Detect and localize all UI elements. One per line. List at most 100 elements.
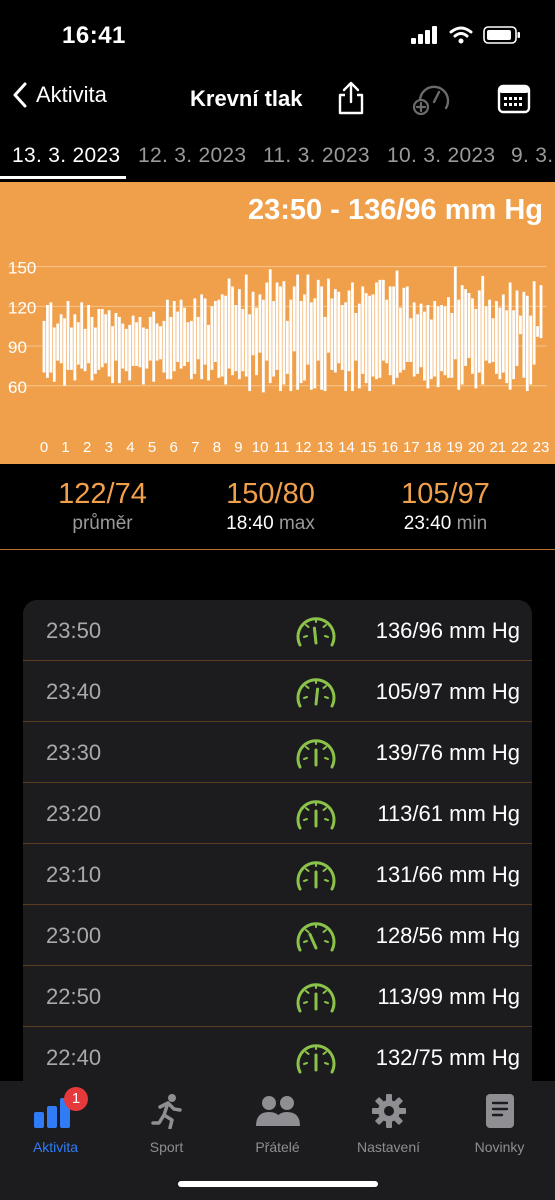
reading-value: 131/66 mm Hg (375, 862, 520, 887)
tab-sport[interactable]: Sport (111, 1091, 222, 1155)
gauge-icon (296, 983, 336, 1013)
reading-row[interactable]: 23:40 105/97 mm Hg (23, 661, 532, 722)
bp-range-bar (272, 301, 276, 377)
summary-stats: 122/74 průměr 150/80 18:40 max 105/97 23… (0, 464, 555, 550)
tab-aktivita[interactable]: 1 Aktivita (0, 1087, 111, 1155)
bp-range-bar (179, 299, 183, 369)
bp-range-bar (268, 269, 272, 384)
x-tick-label: 8 (213, 439, 221, 456)
gear-icon (371, 1094, 406, 1128)
date-tab[interactable]: 12. 3. 2023 (138, 144, 246, 168)
bp-range-bar (464, 289, 467, 366)
bp-range-bar (395, 270, 399, 378)
home-indicator (178, 1181, 378, 1187)
reading-time: 23:40 (46, 679, 102, 704)
bp-range-bar (477, 290, 481, 373)
calendar-icon[interactable] (496, 80, 532, 116)
add-measurement-gauge-icon[interactable] (412, 80, 452, 116)
reading-row[interactable]: 22:40 132/75 mm Hg (23, 1027, 532, 1088)
bp-range-bar (447, 297, 450, 378)
reading-row[interactable]: 23:30 139/76 mm Hg (23, 722, 532, 783)
bp-range-bar (316, 279, 320, 361)
bp-range-bar (172, 301, 176, 372)
bp-range-bar (501, 294, 505, 373)
bp-range-bar (265, 282, 269, 361)
x-tick-label: 22 (511, 439, 528, 456)
bp-range-bar (100, 308, 104, 368)
bp-range-bar (200, 294, 204, 380)
bp-range-bar (416, 314, 420, 374)
bp-range-bar (248, 314, 252, 392)
bp-range-bar (371, 294, 375, 377)
max-stat: 150/80 18:40 max (178, 478, 363, 535)
runner-icon (150, 1094, 182, 1129)
bp-range-bar (217, 299, 221, 378)
bp-range-bar (433, 301, 437, 377)
bp-range-bar (313, 298, 317, 389)
bp-range-bar (340, 305, 344, 370)
share-icon[interactable] (333, 80, 369, 116)
bp-range-bar (296, 274, 300, 390)
reading-row[interactable]: 23:10 131/66 mm Hg (23, 844, 532, 905)
tab-pratele[interactable]: Přátelé (222, 1091, 333, 1155)
bp-range-bar (63, 318, 66, 386)
notification-badge: 1 (64, 1087, 88, 1111)
max-value: 150/80 (226, 478, 315, 510)
bp-range-bar (536, 326, 539, 337)
tab-label: Aktivita (32, 1139, 79, 1155)
date-tab[interactable]: 10. 3. 2023 (387, 144, 495, 168)
bp-range-bar (488, 299, 491, 364)
bp-range-bar (255, 307, 258, 376)
bp-range-bar (471, 298, 474, 374)
bp-range-bar (148, 316, 152, 361)
bp-range-bar (306, 274, 310, 365)
reading-row[interactable]: 23:50 136/96 mm Hg (23, 600, 532, 661)
bp-range-bar (104, 314, 108, 364)
bp-range-bar (320, 286, 324, 390)
bp-range-bar (159, 326, 162, 360)
bp-range-bar (121, 323, 125, 369)
date-tab[interactable]: 9. 3. 2 (511, 144, 555, 168)
bp-range-bar (193, 298, 197, 374)
reading-row[interactable]: 22:50 113/99 mm Hg (23, 966, 532, 1027)
x-tick-label: 1 (61, 439, 69, 456)
bp-range-bar (495, 301, 498, 374)
back-button[interactable]: Aktivita (12, 82, 107, 108)
x-tick-label: 21 (489, 439, 506, 456)
bp-range-bar (498, 307, 502, 380)
x-tick-label: 4 (126, 439, 134, 456)
bp-range-bar (484, 306, 488, 361)
x-tick-label: 9 (234, 439, 242, 456)
bp-range-bar (354, 312, 358, 361)
bp-range-bar (135, 322, 138, 366)
bp-range-bar (333, 289, 337, 373)
x-tick-label: 18 (425, 439, 442, 456)
date-tab[interactable]: 13. 3. 2023 (12, 144, 120, 168)
blood-pressure-chart-panel[interactable]: 150 120 90 60 0 1 2 3 4 5 6 7 8 9 10 11 12 13 14 15 16 17 18 19… (0, 182, 555, 464)
bp-range-bar (162, 320, 166, 373)
bp-range-bar (251, 291, 255, 356)
y-tick-label: 150 (8, 259, 36, 278)
tab-label: Sport (149, 1139, 184, 1155)
tab-novinky[interactable]: Novinky (444, 1091, 555, 1155)
gauge-icon (296, 678, 336, 708)
bp-range-bar (186, 322, 190, 362)
tab-nastaveni[interactable]: Nastavení (333, 1091, 444, 1155)
bp-range-bar (299, 301, 303, 384)
bp-range-bar (357, 303, 361, 389)
bp-range-bar (165, 299, 169, 380)
bp-range-bar (474, 308, 478, 389)
back-button-label: Aktivita (36, 82, 107, 107)
status-time: 16:41 (62, 22, 126, 49)
x-tick-label: 20 (468, 439, 485, 456)
bp-range-bar (436, 306, 440, 388)
reading-row[interactable]: 23:20 113/61 mm Hg (23, 783, 532, 844)
date-tab[interactable]: 11. 3. 2023 (263, 144, 370, 168)
reading-value: 113/61 mm Hg (377, 801, 520, 826)
x-tick-label: 3 (105, 439, 113, 456)
wifi-icon (449, 26, 473, 44)
bp-range-bar (145, 328, 149, 369)
bp-range-bar (59, 314, 63, 364)
reading-row[interactable]: 23:00 128/56 mm Hg (23, 905, 532, 966)
x-tick-label: 12 (295, 439, 312, 456)
